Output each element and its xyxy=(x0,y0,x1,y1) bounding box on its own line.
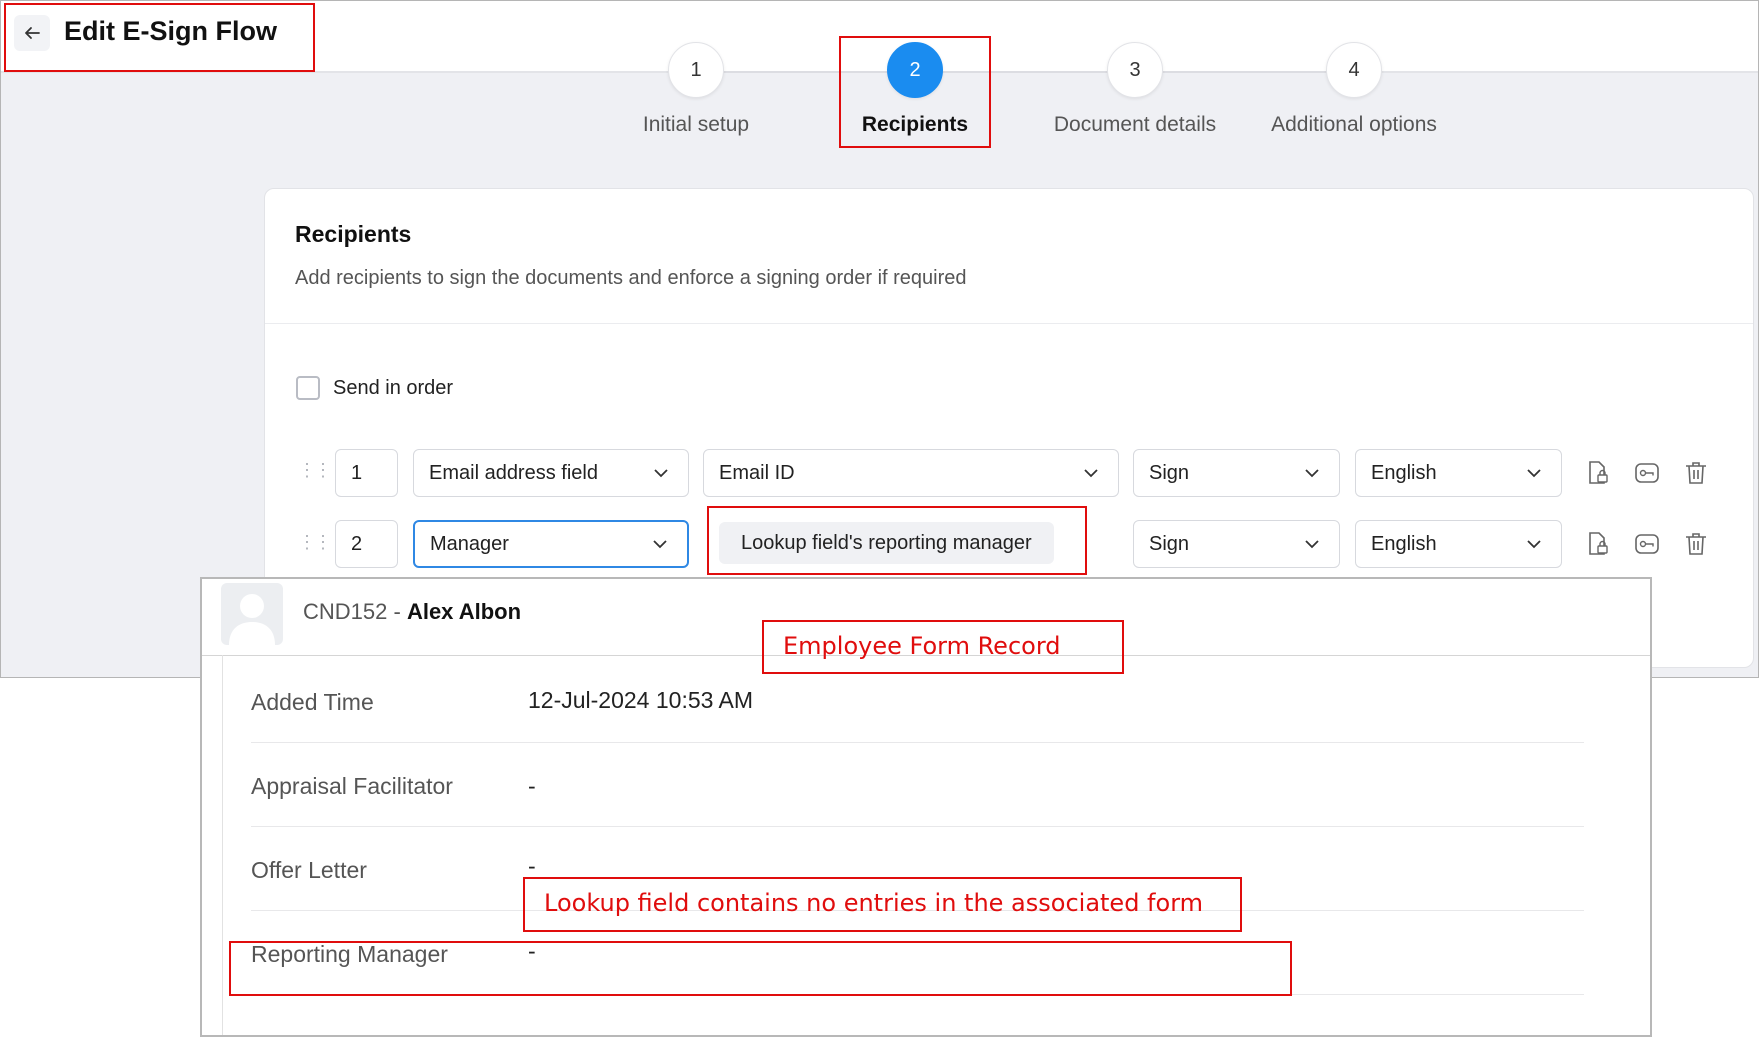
step-additional-options[interactable]: 4 Additional options xyxy=(1254,42,1454,137)
trash-icon[interactable] xyxy=(1683,531,1709,557)
select-value: Sign xyxy=(1149,461,1190,484)
divider xyxy=(265,323,1753,324)
checkbox-box[interactable] xyxy=(296,376,320,400)
user-silhouette-icon xyxy=(229,594,275,645)
divider xyxy=(251,826,1584,827)
action-select[interactable]: Sign xyxy=(1133,520,1340,568)
recipient-type-select[interactable]: Manager xyxy=(413,520,689,568)
select-value: Manager xyxy=(430,532,509,555)
chevron-down-icon xyxy=(1300,468,1324,478)
step-document-details[interactable]: 3 Document details xyxy=(1035,42,1235,137)
divider xyxy=(251,742,1584,743)
step-initial-setup[interactable]: 1 Initial setup xyxy=(596,42,796,137)
trash-icon[interactable] xyxy=(1683,460,1709,486)
order-input[interactable]: 2 xyxy=(335,520,398,568)
step-number: 1 xyxy=(668,42,724,98)
annotation-step-box xyxy=(839,36,991,148)
drag-handle-icon[interactable]: ⋮⋮ xyxy=(298,460,332,481)
language-select[interactable]: English xyxy=(1355,520,1562,568)
select-value: English xyxy=(1371,532,1437,555)
key-icon[interactable] xyxy=(1634,531,1660,557)
document-lock-icon[interactable] xyxy=(1585,531,1611,557)
card-title: Recipients xyxy=(295,221,412,247)
drag-handle-icon[interactable]: ⋮⋮ xyxy=(298,532,332,553)
record-name: Alex Albon xyxy=(406,599,522,624)
recipient-value-select[interactable]: Email ID xyxy=(703,449,1119,497)
select-value: English xyxy=(1371,461,1437,484)
record-id: CND152 - xyxy=(303,599,401,624)
checkbox-label: Send in order xyxy=(333,376,454,399)
annotation-title-box xyxy=(4,3,315,72)
order-input[interactable]: 1 xyxy=(335,449,398,497)
field-value: - xyxy=(528,853,536,879)
chevron-down-icon xyxy=(1079,468,1103,478)
annotation-lookup-note-text: Lookup field contains no entries in the … xyxy=(544,889,1204,917)
chevron-down-icon xyxy=(1300,539,1324,549)
annotation-reporting-manager-box xyxy=(229,941,1292,996)
select-value: Email ID xyxy=(719,461,795,484)
action-select[interactable]: Sign xyxy=(1133,449,1340,497)
step-label: Additional options xyxy=(1271,113,1437,136)
key-icon[interactable] xyxy=(1634,460,1660,486)
chevron-down-icon xyxy=(648,539,672,549)
select-value: Email address field xyxy=(429,461,598,484)
field-label: Appraisal Facilitator xyxy=(251,773,453,799)
chevron-down-icon xyxy=(649,468,673,478)
order-value: 1 xyxy=(351,461,363,484)
recipient-type-select[interactable]: Email address field xyxy=(413,449,689,497)
chevron-down-icon xyxy=(1522,468,1546,478)
step-label: Document details xyxy=(1053,113,1217,136)
annotation-employee-record-text: Employee Form Record xyxy=(783,632,1061,660)
language-select[interactable]: English xyxy=(1355,449,1562,497)
step-label: Initial setup xyxy=(642,113,750,136)
annotation-lookup-box xyxy=(707,506,1087,575)
field-label: Added Time xyxy=(251,689,374,715)
field-label: Offer Letter xyxy=(251,857,367,883)
send-in-order-checkbox[interactable]: Send in order xyxy=(296,376,453,400)
document-lock-icon[interactable] xyxy=(1585,460,1611,486)
step-number: 4 xyxy=(1326,42,1382,98)
step-number: 3 xyxy=(1107,42,1163,98)
card-subtitle: Add recipients to sign the documents and… xyxy=(295,267,967,289)
order-value: 2 xyxy=(351,532,363,555)
avatar xyxy=(221,583,283,645)
select-value: Sign xyxy=(1149,532,1190,555)
field-value: - xyxy=(528,773,536,799)
record-title: CND152 - Alex Albon xyxy=(303,599,521,625)
field-value: 12-Jul-2024 10:53 AM xyxy=(528,687,754,713)
chevron-down-icon xyxy=(1522,539,1546,549)
